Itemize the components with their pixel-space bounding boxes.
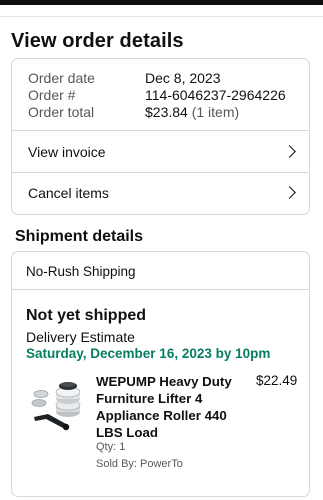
header-divider <box>0 16 323 17</box>
chevron-right-icon <box>283 145 296 158</box>
view-invoice-row[interactable]: View invoice <box>12 132 309 172</box>
chevron-right-icon <box>283 186 296 199</box>
divider <box>12 130 309 131</box>
product-image[interactable] <box>28 372 90 434</box>
delivery-estimate-date: Saturday, December 16, 2023 by 10pm <box>26 346 271 361</box>
view-invoice-label: View invoice <box>28 144 106 160</box>
cancel-items-label: Cancel items <box>28 185 109 201</box>
delivery-estimate-label: Delivery Estimate <box>26 329 135 345</box>
order-number-label: Order # <box>28 87 76 103</box>
order-total-amount: $23.84 <box>145 104 188 120</box>
product-title-link[interactable]: WEPUMP Heavy Duty Furniture Lifter 4 App… <box>96 373 246 441</box>
divider <box>12 289 309 290</box>
status-bar <box>0 0 323 5</box>
product-quantity: Qty: 1 <box>96 441 126 453</box>
order-item-count: (1 item) <box>191 104 240 120</box>
page-title: View order details <box>11 30 184 52</box>
shipment-status: Not yet shipped <box>26 307 147 324</box>
shipment-card: No-Rush Shipping Not yet shipped Deliver… <box>11 251 310 497</box>
shipment-section-title: Shipment details <box>15 228 144 245</box>
order-summary-card: Order date Dec 8, 2023 Order # 114-60462… <box>11 58 310 215</box>
product-seller: Sold By: PowerTo <box>96 458 183 470</box>
cancel-items-row[interactable]: Cancel items <box>12 173 309 213</box>
order-date-label: Order date <box>28 70 95 86</box>
order-total-label: Order total <box>28 104 95 120</box>
shipping-method: No-Rush Shipping <box>26 264 136 279</box>
order-date-value: Dec 8, 2023 <box>145 70 221 86</box>
order-number-value: 114-6046237-2964226 <box>145 87 286 103</box>
product-price: $22.49 <box>256 373 298 388</box>
order-total-value: $23.84 (1 item) <box>145 104 239 120</box>
